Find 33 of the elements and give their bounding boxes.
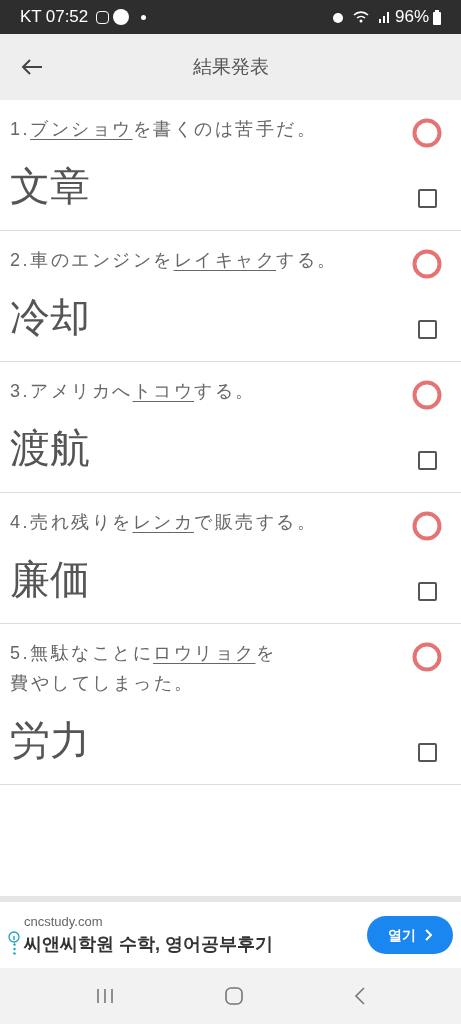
back-arrow-icon: [21, 58, 43, 76]
answer-text: 渡航: [10, 425, 90, 472]
checkbox[interactable]: [417, 451, 437, 470]
answer-text: 労力: [10, 717, 90, 764]
question-text: 1.ブンショウ を書くのは苦手だ。: [10, 118, 317, 141]
signal-icon: [376, 10, 391, 24]
battery-icon: [433, 9, 441, 25]
chevron-icon: [424, 929, 432, 941]
question-text: 5.無駄なことに ロウリョク を: [10, 642, 276, 665]
answer-text: 文章: [10, 163, 90, 210]
checkbox[interactable]: [417, 189, 437, 208]
question-text: 4.売れ残りを レンカ で販売する。: [10, 511, 317, 534]
checkbox[interactable]: [417, 743, 437, 762]
back-icon[interactable]: [353, 987, 366, 1005]
ad-domain: cncstudy.com: [24, 912, 104, 931]
wifi-icon: [352, 10, 369, 24]
home-icon[interactable]: [224, 987, 243, 1005]
recent-apps-icon[interactable]: [95, 988, 114, 1004]
more-icon[interactable]: [12, 943, 16, 955]
battery-percent: 96%: [394, 6, 429, 29]
answer-text: 廉価: [10, 556, 90, 603]
screen-title: 結果発表: [192, 54, 269, 79]
answer-text: 冷却: [10, 294, 90, 341]
checkbox[interactable]: [417, 582, 437, 601]
info-icon[interactable]: [8, 931, 20, 943]
question-text: 3.アメリカへ トコウする。: [10, 380, 256, 403]
clock: 07:52: [45, 6, 89, 29]
checkbox[interactable]: [417, 320, 437, 339]
carrier-label: KT: [20, 6, 42, 29]
question-text: 費やしてしまった。: [10, 672, 195, 695]
open-button[interactable]: 열기: [367, 916, 453, 954]
ad-headline[interactable]: 씨앤씨학원 수학, 영어공부후기: [24, 931, 367, 959]
question-text: 2.車のエンジンを レイキャク する。: [10, 249, 338, 272]
